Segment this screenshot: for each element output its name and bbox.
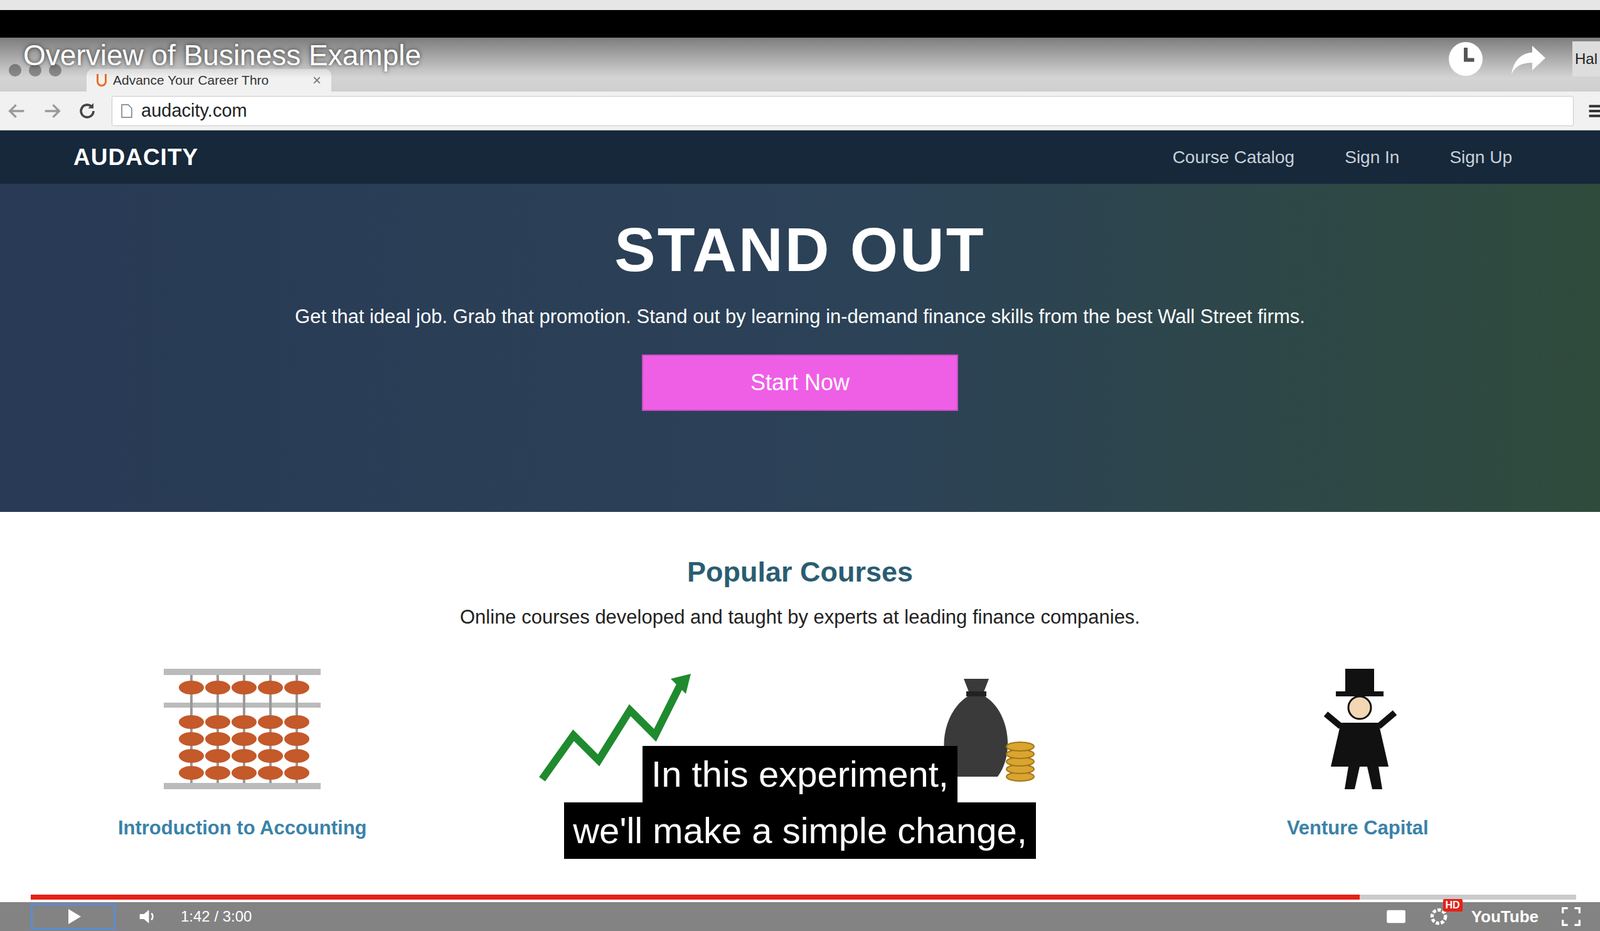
video-title[interactable]: Overview of Business Example [23, 37, 422, 73]
hero-title: STAND OUT [614, 216, 986, 285]
time-display: 1:42 / 3:00 [180, 907, 252, 926]
video-player[interactable]: Advance Your Career Thro×audacity.comAUD… [0, 37, 1600, 931]
section-description: Online courses developed and taught by e… [459, 606, 1141, 629]
progress-fill [30, 894, 1360, 900]
play-button[interactable] [30, 903, 116, 930]
controls-left: 1:42 / 3:00 [30, 903, 252, 930]
url-field[interactable]: audacity.com [111, 96, 1574, 127]
captions: In this experiment,we'll make a simple c… [0, 746, 1600, 859]
forward-arrow-icon[interactable] [41, 100, 63, 122]
player-controls: 1:42 / 3:00 HD YouTube [0, 902, 1600, 931]
black-strip [0, 10, 1600, 38]
video-title-overlay: Overview of Business Example Hal [0, 37, 1600, 78]
abacus-icon [157, 666, 327, 792]
nav-link[interactable]: Sign Up [1449, 147, 1513, 168]
menu-icon[interactable] [1587, 102, 1600, 120]
progress-bar[interactable] [30, 894, 1577, 900]
tycoon-icon [1273, 666, 1443, 792]
overlay-actions: Hal [1446, 37, 1600, 78]
top-strip [0, 0, 1600, 11]
course-card[interactable]: Introduction to Accounting [56, 666, 429, 840]
share-arrow-icon[interactable] [1509, 40, 1548, 78]
address-bar: audacity.com [0, 91, 1600, 131]
reload-icon[interactable] [76, 100, 98, 122]
course-label[interactable]: Venture Capital [1286, 816, 1429, 840]
nav-link[interactable]: Sign In [1344, 147, 1400, 168]
youtube-logo[interactable]: YouTube [1471, 907, 1539, 927]
caption-line: we'll make a simple change, [564, 802, 1036, 859]
page-icon [121, 103, 133, 119]
controls-right: HD YouTube [1386, 906, 1582, 927]
start-now-button[interactable]: Start Now [641, 354, 959, 411]
nav-link[interactable]: Course Catalog [1172, 147, 1296, 168]
captions-icon[interactable] [1386, 906, 1407, 927]
settings-button[interactable]: HD [1428, 906, 1449, 927]
hero-subtitle: Get that ideal job. Grab that promotion.… [294, 305, 1306, 329]
clock-icon[interactable] [1446, 40, 1485, 78]
play-icon [63, 906, 84, 927]
courses-section: Popular Courses Online courses developed … [0, 512, 1600, 931]
hero: STAND OUT Get that ideal job. Grab that p… [0, 183, 1600, 512]
fullscreen-icon[interactable] [1561, 906, 1582, 927]
volume-icon[interactable] [138, 906, 159, 927]
site-nav: AUDACITY Course Catalog Sign In Sign Up [0, 130, 1600, 184]
course-card[interactable]: Venture Capital [1172, 666, 1545, 840]
back-arrow-icon[interactable] [6, 100, 28, 122]
course-label[interactable]: Introduction to Accounting [117, 816, 368, 840]
side-label: Hal [1572, 41, 1600, 77]
screen: Advance Your Career Thro×audacity.comAUD… [0, 0, 1600, 931]
caption-line: In this experiment, [642, 746, 958, 803]
nav-links: Course Catalog Sign In Sign Up [1172, 147, 1513, 168]
brand-logo[interactable]: AUDACITY [73, 144, 199, 171]
section-title: Popular Courses [687, 555, 913, 589]
url-text: audacity.com [141, 100, 248, 122]
hd-badge: HD [1443, 899, 1463, 912]
